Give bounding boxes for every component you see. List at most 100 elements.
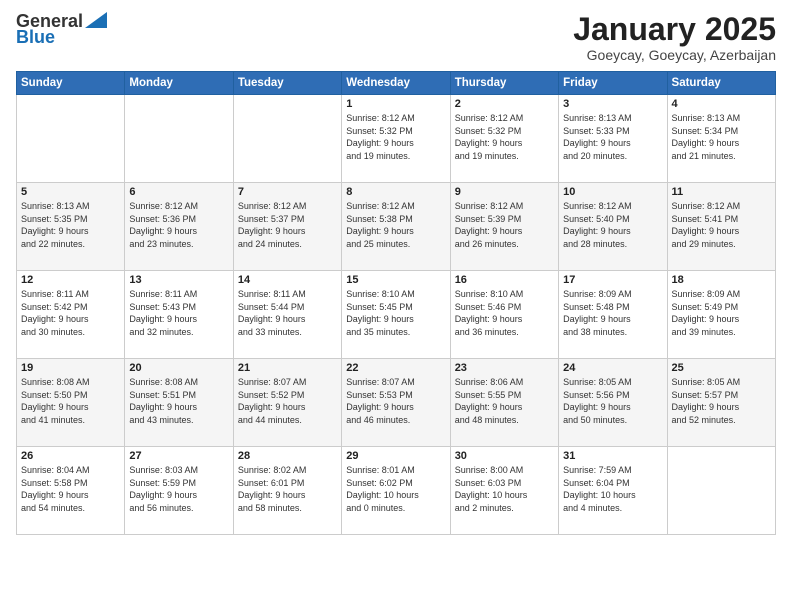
calendar-week-row-3: 12 Sunrise: 8:11 AM Sunset: 5:42 PM Dayli… [17,271,776,359]
day-info: Sunrise: 8:09 AM Sunset: 5:49 PM Dayligh… [672,288,771,338]
logo-icon [85,12,107,28]
day-number: 20 [129,362,228,374]
calendar-cell: 23Sunrise: 8:06 AM Sunset: 5:55 PM Dayli… [450,359,558,447]
calendar-cell [233,95,341,183]
calendar-cell: 30Sunrise: 8:00 AM Sunset: 6:03 PM Dayli… [450,447,558,535]
day-number: 8 [346,186,445,198]
day-info: Sunrise: 8:11 AM Sunset: 5:43 PM Dayligh… [129,288,228,338]
calendar-cell: 2 Sunrise: 8:12 AM Sunset: 5:32 PM Daylig… [450,95,558,183]
header-tuesday: Tuesday [233,72,341,95]
location: Goeycay, Goeycay, Azerbaijan [573,47,776,63]
day-number: 10 [563,186,662,198]
day-number: 21 [238,362,337,374]
calendar-week-row-5: 26 Sunrise: 8:04 AM Sunset: 5:58 PM Dayli… [17,447,776,535]
logo-blue: Blue [16,28,55,46]
day-info: Sunrise: 8:05 AM Sunset: 5:57 PM Dayligh… [672,376,771,426]
day-number: 14 [238,274,337,286]
day-info: Sunrise: 8:11 AM Sunset: 5:44 PM Dayligh… [238,288,337,338]
calendar-week-row-4: 19Sunrise: 8:08 AM Sunset: 5:50 PM Dayli… [17,359,776,447]
calendar-cell: 18 Sunrise: 8:09 AM Sunset: 5:49 PM Dayli… [667,271,775,359]
calendar-week-row-2: 5 Sunrise: 8:13 AM Sunset: 5:35 PM Daylig… [17,183,776,271]
day-info: Sunrise: 8:12 AM Sunset: 5:36 PM Dayligh… [129,200,228,250]
day-number: 26 [21,450,120,462]
day-info: Sunrise: 8:13 AM Sunset: 5:35 PM Dayligh… [21,200,120,250]
calendar-cell: 9 Sunrise: 8:12 AM Sunset: 5:39 PM Daylig… [450,183,558,271]
day-number: 1 [346,98,445,110]
day-number: 4 [672,98,771,110]
day-number: 12 [21,274,120,286]
day-info: Sunrise: 8:00 AM Sunset: 6:03 PM Dayligh… [455,464,554,514]
calendar-cell: 21 Sunrise: 8:07 AM Sunset: 5:52 PM Dayli… [233,359,341,447]
header-friday: Friday [559,72,667,95]
day-number: 6 [129,186,228,198]
calendar-cell: 26 Sunrise: 8:04 AM Sunset: 5:58 PM Dayli… [17,447,125,535]
title-block: January 2025 Goeycay, Goeycay, Azerbaija… [573,12,776,63]
calendar-cell: 3 Sunrise: 8:13 AM Sunset: 5:33 PM Daylig… [559,95,667,183]
calendar-cell [17,95,125,183]
day-info: Sunrise: 8:04 AM Sunset: 5:58 PM Dayligh… [21,464,120,514]
calendar-cell: 27 Sunrise: 8:03 AM Sunset: 5:59 PM Dayli… [125,447,233,535]
calendar-cell: 4 Sunrise: 8:13 AM Sunset: 5:34 PM Daylig… [667,95,775,183]
day-number: 5 [21,186,120,198]
day-info: Sunrise: 8:12 AM Sunset: 5:40 PM Dayligh… [563,200,662,250]
day-info: Sunrise: 8:10 AM Sunset: 5:46 PM Dayligh… [455,288,554,338]
calendar-cell: 19Sunrise: 8:08 AM Sunset: 5:50 PM Dayli… [17,359,125,447]
day-number: 29 [346,450,445,462]
calendar-cell: 13 Sunrise: 8:11 AM Sunset: 5:43 PM Dayli… [125,271,233,359]
calendar-cell: 17 Sunrise: 8:09 AM Sunset: 5:48 PM Dayli… [559,271,667,359]
day-number: 31 [563,450,662,462]
header: General Blue January 2025 Goeycay, Goeyc… [16,12,776,63]
calendar-cell: 15Sunrise: 8:10 AM Sunset: 5:45 PM Dayli… [342,271,450,359]
day-number: 17 [563,274,662,286]
calendar-cell: 6 Sunrise: 8:12 AM Sunset: 5:36 PM Daylig… [125,183,233,271]
day-number: 24 [563,362,662,374]
calendar-cell: 31 Sunrise: 7:59 AM Sunset: 6:04 PM Dayli… [559,447,667,535]
day-number: 2 [455,98,554,110]
day-info: Sunrise: 8:08 AM Sunset: 5:50 PM Dayligh… [21,376,120,426]
day-info: Sunrise: 8:12 AM Sunset: 5:32 PM Dayligh… [346,112,445,162]
day-info: Sunrise: 8:13 AM Sunset: 5:33 PM Dayligh… [563,112,662,162]
day-number: 22 [346,362,445,374]
calendar-cell [125,95,233,183]
logo: General Blue [16,12,107,46]
day-info: Sunrise: 8:07 AM Sunset: 5:52 PM Dayligh… [238,376,337,426]
calendar-cell: 11 Sunrise: 8:12 AM Sunset: 5:41 PM Dayli… [667,183,775,271]
day-number: 27 [129,450,228,462]
day-info: Sunrise: 8:01 AM Sunset: 6:02 PM Dayligh… [346,464,445,514]
day-number: 7 [238,186,337,198]
day-info: Sunrise: 8:09 AM Sunset: 5:48 PM Dayligh… [563,288,662,338]
header-thursday: Thursday [450,72,558,95]
calendar-cell: 12 Sunrise: 8:11 AM Sunset: 5:42 PM Dayli… [17,271,125,359]
day-number: 13 [129,274,228,286]
calendar-cell: 10 Sunrise: 8:12 AM Sunset: 5:40 PM Dayli… [559,183,667,271]
day-number: 9 [455,186,554,198]
month-title: January 2025 [573,12,776,47]
day-info: Sunrise: 8:03 AM Sunset: 5:59 PM Dayligh… [129,464,228,514]
page: General Blue January 2025 Goeycay, Goeyc… [0,0,792,612]
calendar-cell: 22 Sunrise: 8:07 AM Sunset: 5:53 PM Dayli… [342,359,450,447]
weekday-header-row: Sunday Monday Tuesday Wednesday Thursday… [17,72,776,95]
header-monday: Monday [125,72,233,95]
calendar-cell: 25 Sunrise: 8:05 AM Sunset: 5:57 PM Dayli… [667,359,775,447]
day-info: Sunrise: 8:12 AM Sunset: 5:41 PM Dayligh… [672,200,771,250]
day-number: 3 [563,98,662,110]
calendar-cell [667,447,775,535]
day-info: Sunrise: 7:59 AM Sunset: 6:04 PM Dayligh… [563,464,662,514]
day-info: Sunrise: 8:11 AM Sunset: 5:42 PM Dayligh… [21,288,120,338]
day-number: 11 [672,186,771,198]
calendar-cell: 7Sunrise: 8:12 AM Sunset: 5:37 PM Daylig… [233,183,341,271]
calendar-cell: 28Sunrise: 8:02 AM Sunset: 6:01 PM Dayli… [233,447,341,535]
day-info: Sunrise: 8:05 AM Sunset: 5:56 PM Dayligh… [563,376,662,426]
day-number: 25 [672,362,771,374]
day-number: 18 [672,274,771,286]
calendar-cell: 5 Sunrise: 8:13 AM Sunset: 5:35 PM Daylig… [17,183,125,271]
day-info: Sunrise: 8:07 AM Sunset: 5:53 PM Dayligh… [346,376,445,426]
day-info: Sunrise: 8:12 AM Sunset: 5:32 PM Dayligh… [455,112,554,162]
calendar: Sunday Monday Tuesday Wednesday Thursday… [16,71,776,535]
header-wednesday: Wednesday [342,72,450,95]
calendar-cell: 16Sunrise: 8:10 AM Sunset: 5:46 PM Dayli… [450,271,558,359]
day-info: Sunrise: 8:12 AM Sunset: 5:39 PM Dayligh… [455,200,554,250]
day-info: Sunrise: 8:13 AM Sunset: 5:34 PM Dayligh… [672,112,771,162]
day-info: Sunrise: 8:12 AM Sunset: 5:38 PM Dayligh… [346,200,445,250]
calendar-cell: 20Sunrise: 8:08 AM Sunset: 5:51 PM Dayli… [125,359,233,447]
